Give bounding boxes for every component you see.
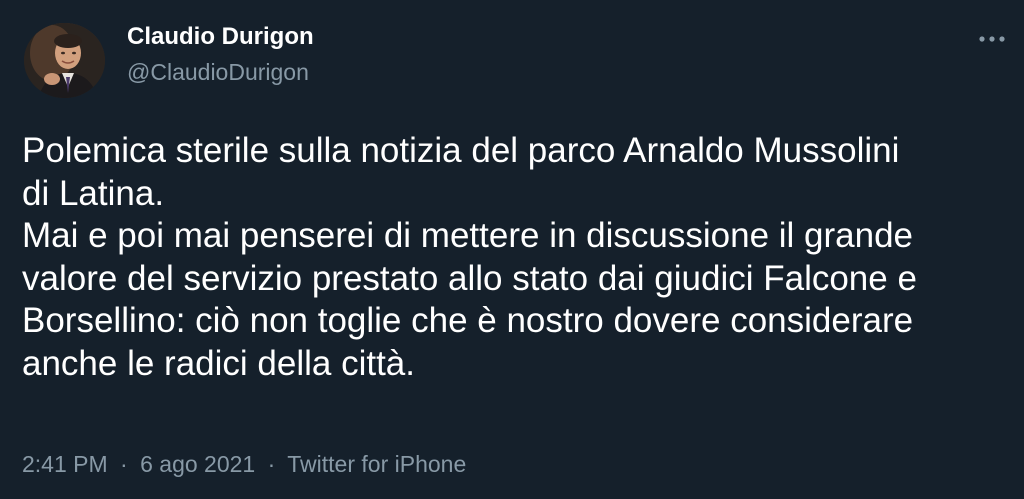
meta-separator: · bbox=[267, 451, 276, 477]
author-handle[interactable]: @ClaudioDurigon bbox=[127, 58, 309, 86]
tweet-text-line: valore del servizio prestato allo stato … bbox=[22, 258, 917, 298]
meta-separator: · bbox=[120, 451, 128, 477]
more-options-button[interactable] bbox=[972, 22, 1012, 54]
tweet-meta: 2:41 PM · 6 ago 2021 · Twitter for iPhon… bbox=[22, 450, 466, 478]
tweet-source[interactable]: Twitter for iPhone bbox=[287, 451, 466, 477]
tweet-text-line: anche le radici della città. bbox=[22, 343, 415, 383]
more-options-icon bbox=[979, 29, 1005, 47]
tweet-card: Claudio Durigon @ClaudioDurigon Polemica… bbox=[0, 0, 1024, 499]
tweet-time[interactable]: 2:41 PM bbox=[22, 451, 108, 477]
tweet-text-line: Mai e poi mai penserei di mettere in dis… bbox=[22, 216, 914, 255]
tweet-text-line: Polemica sterile sulla notizia del parco… bbox=[22, 131, 900, 170]
avatar[interactable] bbox=[24, 23, 105, 98]
author-name[interactable]: Claudio Durigon bbox=[127, 23, 314, 51]
tweet-text: Polemica sterile sulla notizia del parco… bbox=[22, 130, 1012, 385]
tweet-text-line: Borsellino: ciò non toglie che è nostro … bbox=[22, 301, 914, 340]
tweet-text-line: di Latina. bbox=[22, 173, 165, 213]
tweet-date[interactable]: 6 ago 2021 bbox=[140, 451, 255, 477]
avatar-photo bbox=[24, 23, 105, 98]
